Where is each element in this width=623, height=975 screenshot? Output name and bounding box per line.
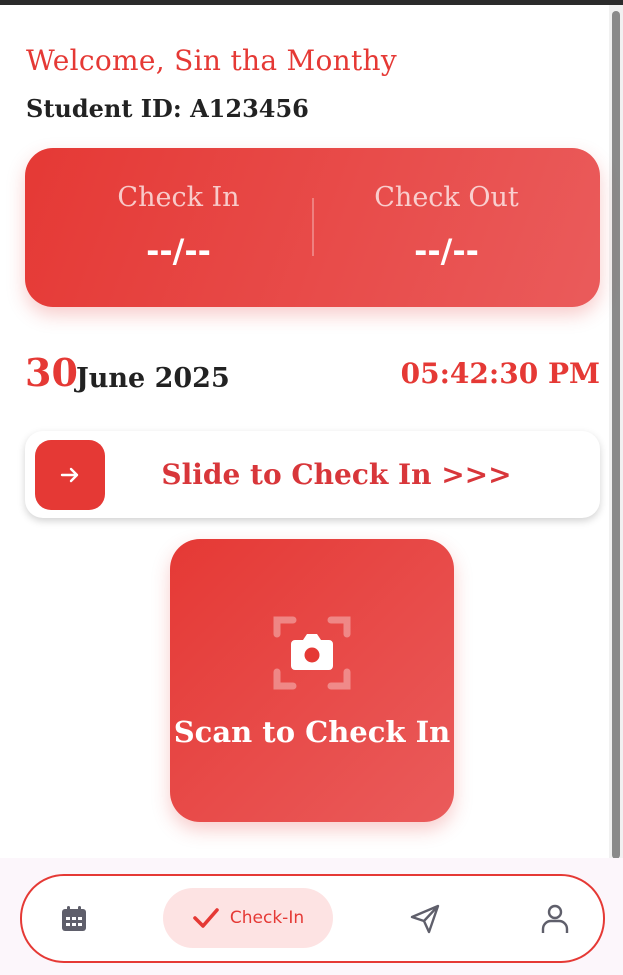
- scan-label: Scan to Check In: [173, 715, 451, 749]
- scan-to-check-in-button[interactable]: Scan to Check In: [170, 539, 454, 822]
- nav-profile[interactable]: [533, 876, 577, 961]
- nav-check-in-label: Check-In: [229, 908, 305, 928]
- camera-scan-icon: [273, 616, 351, 690]
- slider-label: Slide to Check In >>>: [161, 458, 512, 491]
- date-time-row: 30 June 2025 05:42:30 PM: [25, 350, 600, 400]
- check-out-label: Check Out: [374, 182, 519, 213]
- student-id: Student ID: A123456: [26, 94, 309, 123]
- welcome-heading: Welcome, Sin tha Monthy: [26, 44, 397, 77]
- date-day: 30: [25, 350, 78, 395]
- calendar-icon: [62, 905, 86, 931]
- slide-to-check-in[interactable]: Slide to Check In >>>: [25, 431, 600, 518]
- current-time: 05:42:30 PM: [400, 357, 600, 390]
- bottom-navigation: Check-In: [20, 874, 605, 963]
- check-icon: [193, 908, 219, 928]
- date-month-year: June 2025: [76, 363, 230, 394]
- nav-calendar[interactable]: [52, 876, 96, 961]
- check-in-value: --/--: [146, 232, 211, 270]
- nav-check-in[interactable]: Check-In: [163, 888, 333, 948]
- send-icon: [410, 904, 440, 933]
- attendance-status-card: Check In --/-- Check Out --/--: [25, 148, 600, 307]
- nav-send[interactable]: [403, 876, 447, 961]
- check-in-label: Check In: [117, 182, 240, 213]
- scrollbar-track[interactable]: [609, 5, 623, 975]
- user-icon: [541, 904, 569, 933]
- arrow-right-icon: [60, 467, 79, 483]
- check-out-status: Check Out --/--: [303, 148, 590, 307]
- check-out-value: --/--: [414, 232, 479, 270]
- slider-knob[interactable]: [35, 440, 105, 510]
- check-in-status: Check In --/--: [35, 148, 322, 307]
- scrollbar-thumb[interactable]: [612, 11, 620, 859]
- window-top-bar: [0, 0, 623, 5]
